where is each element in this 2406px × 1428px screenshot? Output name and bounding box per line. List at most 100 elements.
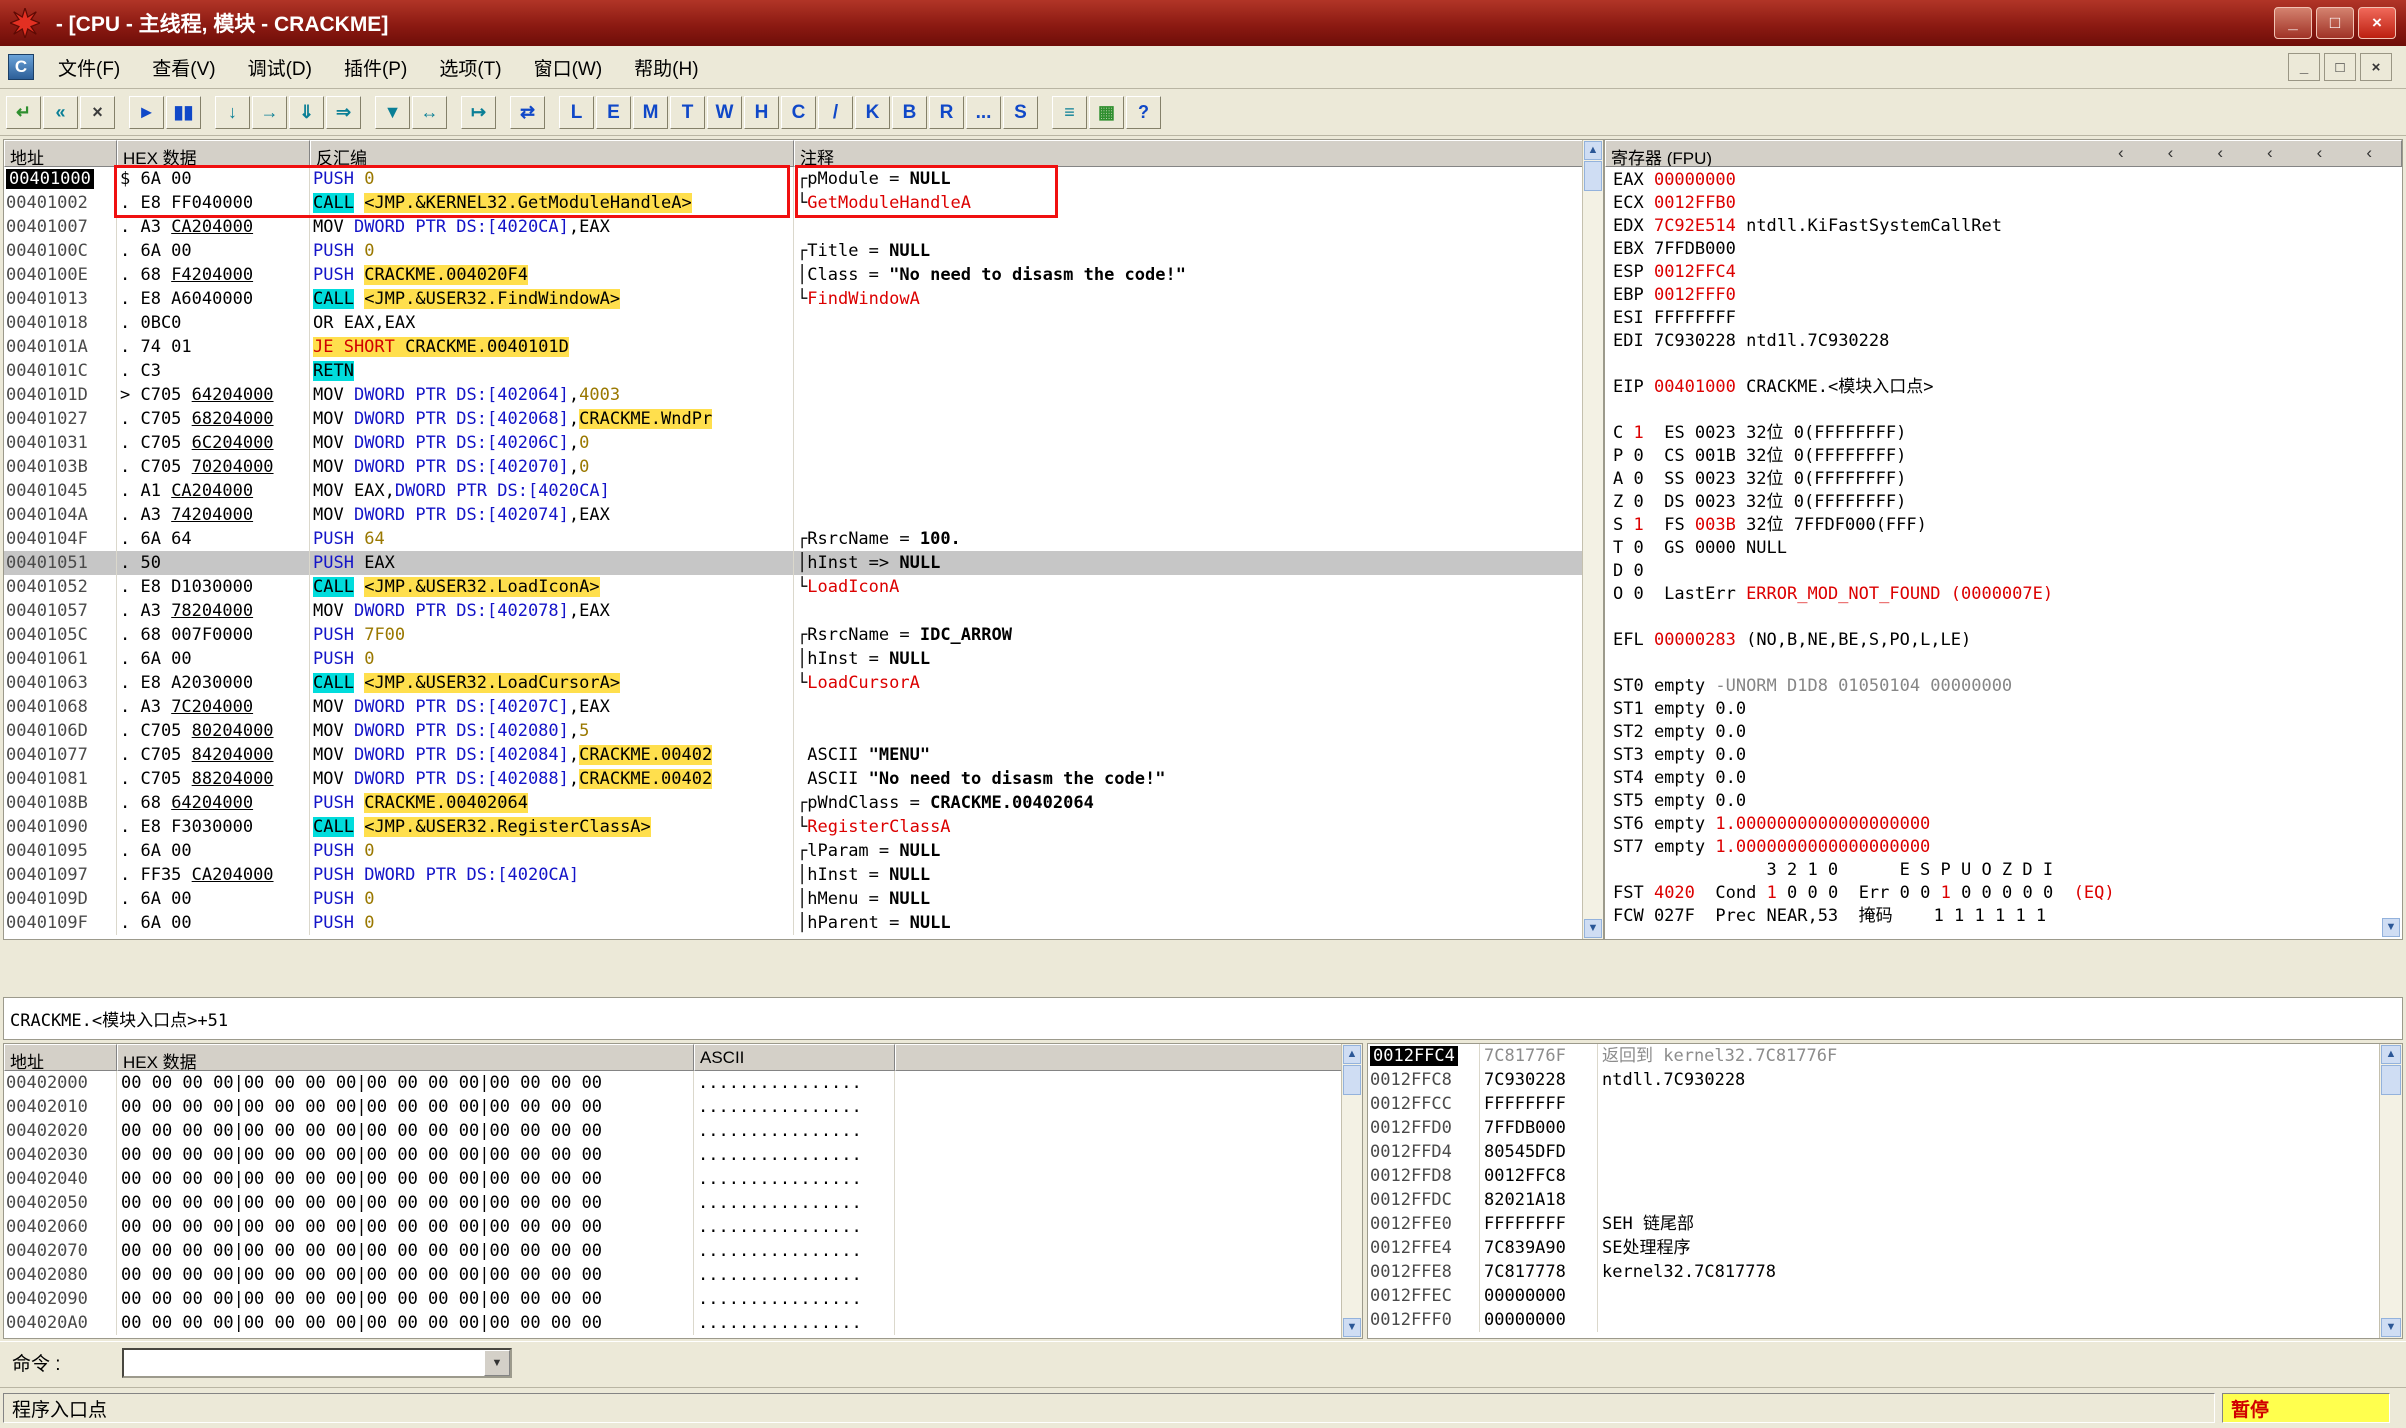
column-header-hex[interactable]: HEX 数据	[117, 140, 310, 167]
register-line[interactable]: EBP 0012FFF0	[1605, 284, 2402, 307]
view-patches-button[interactable]: /	[818, 96, 853, 129]
disassembly-scrollbar[interactable]: ▲ ▼	[1582, 140, 1603, 939]
execute-till-return-button[interactable]: ↦	[461, 96, 496, 129]
register-line[interactable]: ST7 empty 1.0000000000000000000	[1605, 836, 2402, 859]
disasm-row[interactable]: 00401027. C705 68204000MOV DWORD PTR DS:…	[4, 407, 1582, 431]
close-button[interactable]: ×	[2358, 7, 2396, 39]
register-line[interactable]: C 1 ES 0023 32位 0(FFFFFFFF)	[1605, 422, 2402, 445]
stack-scrollbar[interactable]: ▲ ▼	[2379, 1044, 2402, 1338]
register-line[interactable]: ECX 0012FFB0	[1605, 192, 2402, 215]
menu-item-file[interactable]: 文件(F)	[42, 48, 136, 87]
stack-row[interactable]: 0012FFE87C817778kernel32.7C817778	[1368, 1260, 2379, 1284]
disasm-row[interactable]: 00401002. E8 FF040000CALL <JMP.&KERNEL32…	[4, 191, 1582, 215]
view-source-button[interactable]: S	[1003, 96, 1038, 129]
minimize-button[interactable]: _	[2274, 7, 2312, 39]
stack-row[interactable]: 0012FFF000000000	[1368, 1308, 2379, 1332]
appearance-button[interactable]: ≡	[1052, 96, 1087, 129]
register-line[interactable]: ST4 empty 0.0	[1605, 767, 2402, 790]
disasm-row[interactable]: 00401068. A3 7C204000MOV DWORD PTR DS:[4…	[4, 695, 1582, 719]
goto-arrow-button[interactable]: ⇄	[510, 96, 545, 129]
register-line[interactable]: ST0 empty -UNORM D1D8 01050104 00000000	[1605, 675, 2402, 698]
view-runtrace-button[interactable]: ...	[966, 96, 1001, 129]
stack-row[interactable]: 0012FFCCFFFFFFFF	[1368, 1092, 2379, 1116]
help-button[interactable]: ?	[1126, 96, 1161, 129]
dump-scrollbar[interactable]: ▲ ▼	[1341, 1044, 1362, 1338]
scroll-down-icon[interactable]: ▼	[1343, 1318, 1361, 1337]
register-line[interactable]: P 0 CS 001B 32位 0(FFFFFFFF)	[1605, 445, 2402, 468]
dump-header-hex[interactable]: HEX 数据	[117, 1044, 694, 1071]
column-header-address[interactable]: 地址	[4, 140, 117, 167]
view-callstack-button[interactable]: K	[855, 96, 890, 129]
menu-item-debug[interactable]: 调试(D)	[232, 48, 328, 87]
register-line[interactable]: 3 2 1 0 E S P U O Z D I	[1605, 859, 2402, 882]
stack-row[interactable]: 0012FFD07FFDB000	[1368, 1116, 2379, 1140]
dump-row[interactable]: 0040208000 00 00 00|00 00 00 00|00 00 00…	[4, 1263, 1341, 1287]
stack-row[interactable]: 0012FFD80012FFC8	[1368, 1164, 2379, 1188]
register-line[interactable]: A 0 SS 0023 32位 0(FFFFFFFF)	[1605, 468, 2402, 491]
scroll-down-icon[interactable]: ▼	[1584, 919, 1602, 938]
disasm-row[interactable]: 00401057. A3 78204000MOV DWORD PTR DS:[4…	[4, 599, 1582, 623]
collapse-arrow-icon[interactable]: ‹	[2366, 143, 2372, 163]
stack-row[interactable]: 0012FFC47C81776F返回到 kernel32.7C81776F	[1368, 1044, 2379, 1068]
stack-row[interactable]: 0012FFD480545DFD	[1368, 1140, 2379, 1164]
scroll-down-icon[interactable]: ▼	[2381, 1318, 2401, 1337]
scroll-thumb[interactable]	[1343, 1065, 1361, 1095]
disasm-row[interactable]: 00401063. E8 A2030000CALL <JMP.&USER32.L…	[4, 671, 1582, 695]
maximize-button[interactable]: □	[2316, 7, 2354, 39]
menu-item-options[interactable]: 选项(T)	[423, 48, 517, 87]
command-input[interactable]	[124, 1351, 484, 1375]
run-button[interactable]: ►	[129, 96, 164, 129]
open-file-button[interactable]: ↵	[6, 96, 41, 129]
register-line[interactable]: EFL 00000283 (NO,B,NE,BE,S,PO,L,LE)	[1605, 629, 2402, 652]
disasm-row[interactable]: 00401095. 6A 00PUSH 0┌lParam = NULL	[4, 839, 1582, 863]
disasm-row[interactable]: 00401045. A1 CA204000MOV EAX,DWORD PTR D…	[4, 479, 1582, 503]
register-line[interactable]: EIP 00401000 CRACKME.<模块入口点>	[1605, 376, 2402, 399]
dump-row[interactable]: 0040201000 00 00 00|00 00 00 00|00 00 00…	[4, 1095, 1341, 1119]
register-line[interactable]	[1605, 652, 2402, 675]
dump-row[interactable]: 0040205000 00 00 00|00 00 00 00|00 00 00…	[4, 1191, 1341, 1215]
close-process-button[interactable]: ×	[80, 96, 115, 129]
view-log-button[interactable]: L	[559, 96, 594, 129]
stack-row[interactable]: 0012FFE47C839A90SE处理程序	[1368, 1236, 2379, 1260]
register-line[interactable]: ST3 empty 0.0	[1605, 744, 2402, 767]
register-line[interactable]: ST6 empty 1.0000000000000000000	[1605, 813, 2402, 836]
stack-row[interactable]: 0012FFE0FFFFFFFFSEH 链尾部	[1368, 1212, 2379, 1236]
dump-row[interactable]: 0040200000 00 00 00|00 00 00 00|00 00 00…	[4, 1071, 1341, 1095]
mdi-close-button[interactable]: ×	[2360, 53, 2392, 81]
restart-button[interactable]: «	[43, 96, 78, 129]
trace-over-button[interactable]: ↔	[412, 96, 447, 129]
registers-scroll-down-icon[interactable]: ▼	[2382, 918, 2400, 937]
disasm-row[interactable]: 0040101D> C705 64204000MOV DWORD PTR DS:…	[4, 383, 1582, 407]
scroll-up-icon[interactable]: ▲	[1584, 141, 1602, 160]
column-header-comment[interactable]: 注释	[794, 140, 1583, 167]
disasm-row[interactable]: 0040104F. 6A 64PUSH 64┌RsrcName = 100.	[4, 527, 1582, 551]
dump-row[interactable]: 0040209000 00 00 00|00 00 00 00|00 00 00…	[4, 1287, 1341, 1311]
disasm-row[interactable]: 00401097. FF35 CA204000PUSH DWORD PTR DS…	[4, 863, 1582, 887]
view-memory-button[interactable]: M	[633, 96, 668, 129]
disasm-row[interactable]: 0040100C. 6A 00PUSH 0┌Title = NULL	[4, 239, 1582, 263]
disasm-row[interactable]: 00401052. E8 D1030000CALL <JMP.&USER32.L…	[4, 575, 1582, 599]
scroll-thumb[interactable]	[2381, 1065, 2401, 1095]
dump-row[interactable]: 0040203000 00 00 00|00 00 00 00|00 00 00…	[4, 1143, 1341, 1167]
register-line[interactable]: O 0 LastErr ERROR_MOD_NOT_FOUND (0000007…	[1605, 583, 2402, 606]
disasm-row[interactable]: 0040108B. 68 64204000PUSH CRACKME.004020…	[4, 791, 1582, 815]
menu-item-help[interactable]: 帮助(H)	[618, 48, 714, 87]
register-line[interactable]: S 1 FS 003B 32位 7FFDF000(FFF)	[1605, 514, 2402, 537]
collapse-arrow-icon[interactable]: ‹	[2217, 143, 2223, 163]
trace-into-button[interactable]: ▼	[375, 96, 410, 129]
dump-header-ascii[interactable]: ASCII	[694, 1044, 895, 1071]
disasm-row[interactable]: 0040105C. 68 007F0000PUSH 7F00┌RsrcName …	[4, 623, 1582, 647]
stack-row[interactable]: 0012FFC87C930228ntdll.7C930228	[1368, 1068, 2379, 1092]
dump-row[interactable]: 0040206000 00 00 00|00 00 00 00|00 00 00…	[4, 1215, 1341, 1239]
register-line[interactable]	[1605, 606, 2402, 629]
step-into-button[interactable]: ↓	[215, 96, 250, 129]
dump-row[interactable]: 0040202000 00 00 00|00 00 00 00|00 00 00…	[4, 1119, 1341, 1143]
dump-row[interactable]: 0040204000 00 00 00|00 00 00 00|00 00 00…	[4, 1167, 1341, 1191]
disasm-row[interactable]: 00401018. 0BC0OR EAX,EAX	[4, 311, 1582, 335]
register-line[interactable]: ST1 empty 0.0	[1605, 698, 2402, 721]
cpu-window-icon[interactable]: C	[8, 54, 34, 80]
disasm-row[interactable]: 0040100E. 68 F4204000PUSH CRACKME.004020…	[4, 263, 1582, 287]
animate-over-button[interactable]: ⇒	[326, 96, 361, 129]
register-line[interactable]: ESP 0012FFC4	[1605, 261, 2402, 284]
menu-item-view[interactable]: 查看(V)	[136, 48, 231, 87]
